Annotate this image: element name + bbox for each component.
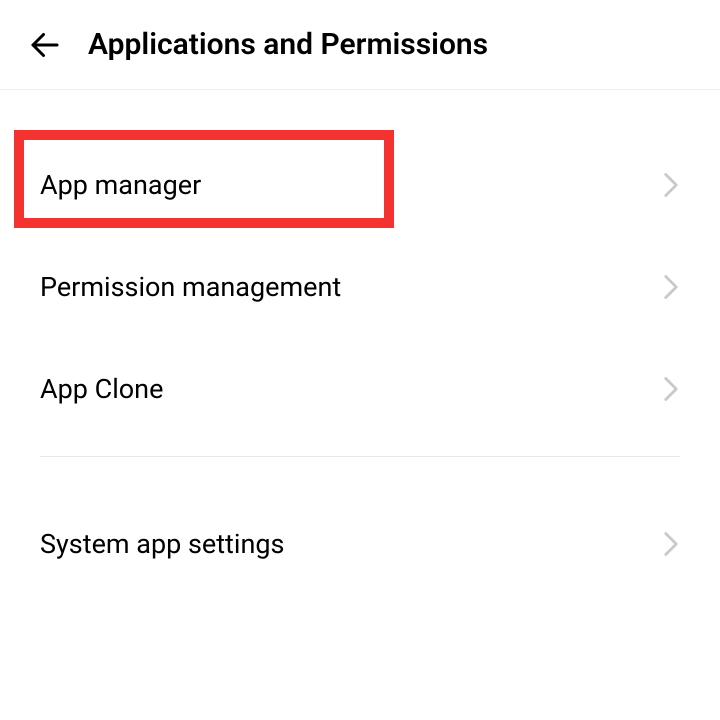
spacer: [0, 440, 720, 448]
chevron-right-icon: [662, 273, 680, 301]
back-button[interactable]: [18, 18, 72, 72]
list-item-app-clone[interactable]: App Clone: [0, 338, 720, 440]
header: Applications and Permissions: [0, 0, 720, 90]
list-item-system-app-settings[interactable]: System app settings: [0, 493, 720, 595]
list-item-permission-management[interactable]: Permission management: [0, 236, 720, 338]
item-label: System app settings: [40, 528, 284, 560]
chevron-right-icon: [662, 375, 680, 403]
list-item-app-manager[interactable]: App manager: [0, 134, 720, 236]
item-label: App manager: [40, 169, 201, 201]
divider: [40, 456, 680, 457]
chevron-right-icon: [662, 171, 680, 199]
page-title: Applications and Permissions: [88, 27, 488, 62]
item-label: Permission management: [40, 271, 341, 303]
item-label: App Clone: [40, 373, 163, 405]
chevron-right-icon: [662, 530, 680, 558]
back-arrow-icon: [27, 27, 63, 63]
spacer: [0, 90, 720, 134]
